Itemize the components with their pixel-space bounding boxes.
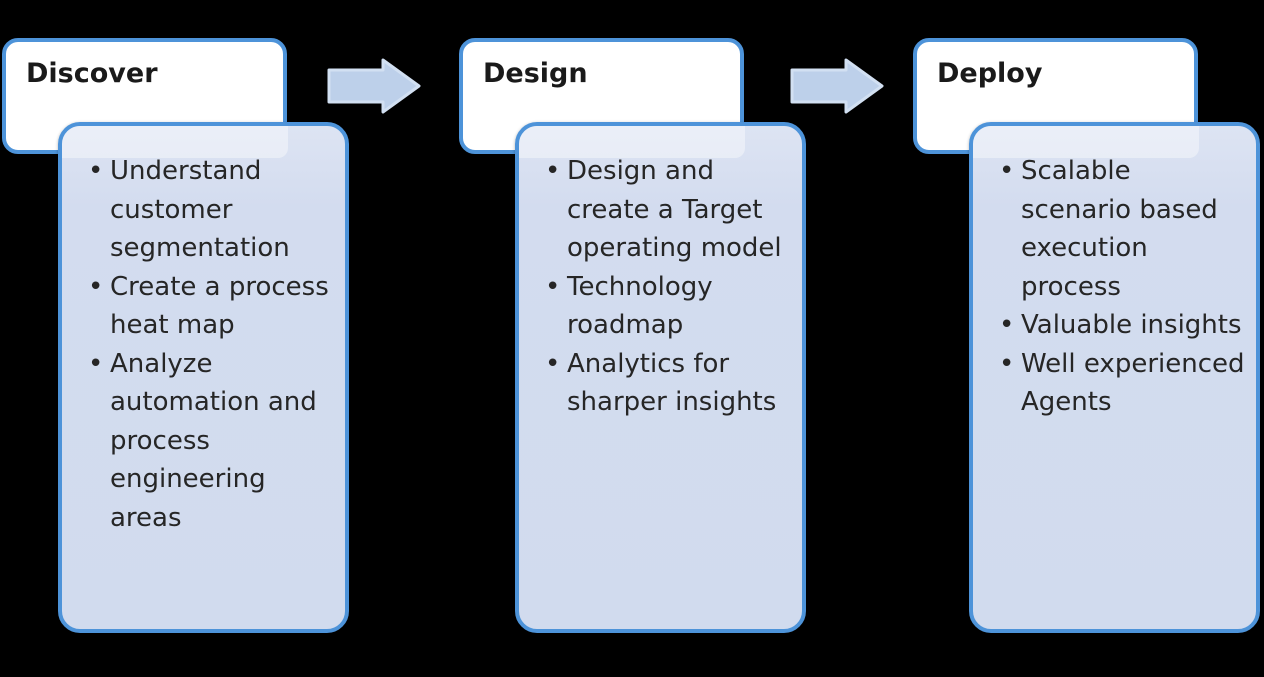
stage-deploy: Deploy • Scalable scenario based executi… (911, 0, 1264, 677)
stage-body-card-deploy: • Scalable scenario based execution proc… (969, 122, 1260, 633)
bullet-list-design: • Design and create a Target operating m… (543, 152, 792, 422)
list-item: • Scalable scenario based execution proc… (997, 152, 1246, 306)
bullet-text: Design and create a Target operating mod… (567, 156, 782, 263)
bullet-list-deploy: • Scalable scenario based execution proc… (997, 152, 1246, 422)
list-item: • Design and create a Target operating m… (543, 152, 792, 268)
bullet-dot-icon: • (999, 348, 1015, 379)
right-arrow-icon (327, 58, 421, 114)
list-item: • Understand customer segmentation (86, 152, 335, 268)
bullet-text: Technology roadmap (567, 271, 713, 341)
bullet-dot-icon: • (88, 348, 104, 379)
bullet-list-discover: • Understand customer segmentation • Cre… (86, 152, 335, 537)
bullet-dot-icon: • (545, 156, 561, 186)
bullet-text: Create a process heat map (110, 271, 329, 341)
bullet-dot-icon: • (88, 271, 104, 302)
bullet-dot-icon: • (545, 271, 561, 302)
bullet-text: Well experienced Agents (1021, 348, 1245, 418)
bullet-text: Scalable scenario based execution proces… (1021, 156, 1218, 302)
process-flow-diagram: Discover • Understand customer segmentat… (0, 0, 1264, 677)
list-item: • Technology roadmap (543, 268, 792, 345)
bullet-text: Analyze automation and process engineeri… (110, 348, 317, 533)
bullet-text: Understand customer segmentation (110, 156, 290, 263)
bullet-dot-icon: • (999, 310, 1015, 340)
stage-title-deploy: Deploy (937, 58, 1043, 89)
stage-title-discover: Discover (26, 58, 158, 89)
stage-body-card-design: • Design and create a Target operating m… (515, 122, 806, 633)
list-item: • Create a process heat map (86, 268, 335, 345)
bullet-dot-icon: • (999, 156, 1015, 186)
list-item: • Analytics for sharper insights (543, 345, 792, 422)
list-item: • Valuable insights (997, 306, 1246, 345)
right-arrow-icon (790, 58, 884, 114)
bullet-dot-icon: • (88, 156, 104, 186)
list-item: • Analyze automation and process enginee… (86, 345, 335, 538)
bullet-text: Valuable insights (1021, 310, 1242, 340)
stage-title-design: Design (483, 58, 588, 89)
stage-body-card-discover: • Understand customer segmentation • Cre… (58, 122, 349, 633)
bullet-dot-icon: • (545, 348, 561, 379)
list-item: • Well experienced Agents (997, 345, 1246, 422)
bullet-text: Analytics for sharper insights (567, 348, 777, 418)
